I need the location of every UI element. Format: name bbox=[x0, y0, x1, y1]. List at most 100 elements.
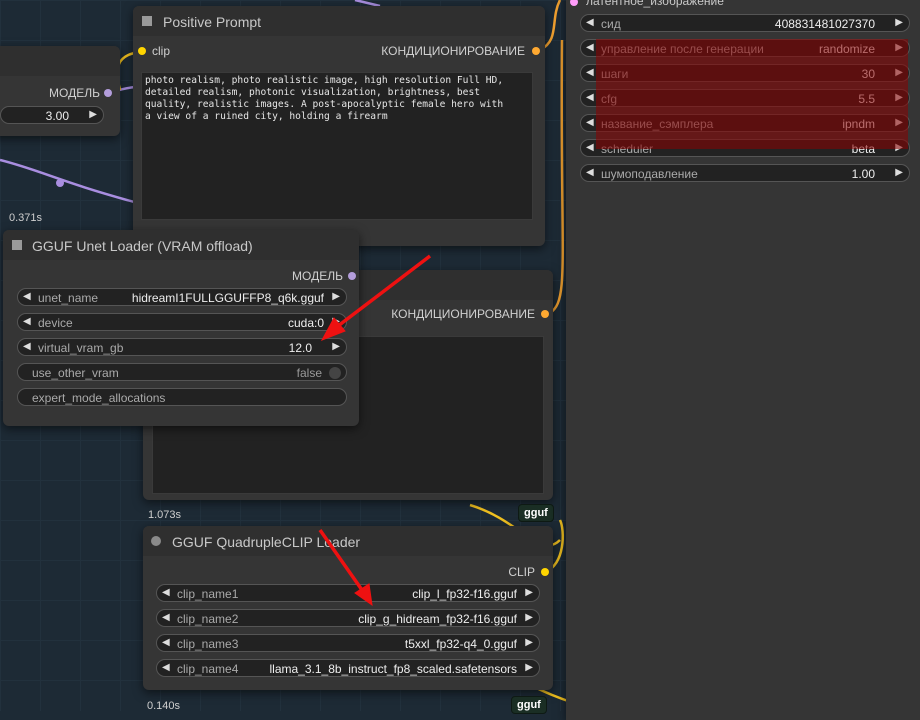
prev-arrow-icon[interactable]: ◀ bbox=[586, 117, 594, 128]
use-other-vram-toggle[interactable]: use_other_vram false bbox=[17, 363, 347, 381]
control-after-generate-combo[interactable]: ◀ управление после генерации randomize ▶ bbox=[580, 39, 910, 57]
increment-arrow-icon[interactable]: ▶ bbox=[332, 341, 340, 352]
widget-name: clip_name1 bbox=[177, 587, 239, 601]
widget-value: 12.0 bbox=[288, 341, 312, 355]
clip-name3-combo[interactable]: ◀ clip_name3 t5xxl_fp32-q4_0.gguf ▶ bbox=[156, 634, 540, 652]
ksampler-node[interactable]: латентное_изображение ◀ сид 408831481027… bbox=[566, 0, 920, 720]
prompt-line: quality, realistic images. A post-apocal… bbox=[145, 99, 504, 110]
execution-time-mid: 1.073s bbox=[148, 509, 182, 521]
clip-input-port[interactable] bbox=[138, 47, 146, 55]
decrement-arrow-icon[interactable]: ◀ bbox=[586, 92, 594, 103]
decrement-arrow-icon[interactable]: ◀ bbox=[586, 67, 594, 78]
prev-arrow-icon[interactable]: ◀ bbox=[162, 662, 170, 673]
collapse-icon[interactable] bbox=[142, 16, 152, 26]
denoise-number[interactable]: ◀ шумоподавление 1.00 ▶ bbox=[580, 164, 910, 182]
next-arrow-icon[interactable]: ▶ bbox=[525, 612, 533, 623]
increment-arrow-icon[interactable]: ▶ bbox=[895, 67, 903, 78]
prev-arrow-icon[interactable]: ◀ bbox=[162, 612, 170, 623]
collapse-icon[interactable] bbox=[12, 240, 22, 250]
decrement-arrow-icon[interactable]: ◀ bbox=[586, 167, 594, 178]
decrement-arrow-icon[interactable]: ◀ bbox=[23, 341, 31, 352]
model-output-port[interactable] bbox=[348, 272, 356, 280]
next-arrow-icon[interactable]: ▶ bbox=[525, 662, 533, 673]
prev-arrow-icon[interactable]: ◀ bbox=[586, 42, 594, 53]
conditioning-output-port[interactable] bbox=[532, 47, 540, 55]
scheduler-combo[interactable]: ◀ scheduler beta ▶ bbox=[580, 139, 910, 157]
gguf-badge-bottom: gguf bbox=[511, 696, 547, 714]
gguf-badge-mid: gguf bbox=[518, 504, 554, 522]
widget-value: cuda:0 bbox=[287, 316, 324, 330]
positive-prompt-node[interactable]: Positive Prompt clip КОНДИЦИОНИРОВАНИЕ p… bbox=[133, 6, 545, 246]
prev-arrow-icon[interactable]: ◀ bbox=[162, 637, 170, 648]
prev-arrow-icon[interactable]: ◀ bbox=[586, 142, 594, 153]
sampler-name-combo[interactable]: ◀ название_сэмплера ipndm ▶ bbox=[580, 114, 910, 132]
increment-arrow-icon[interactable]: ▶ bbox=[895, 17, 903, 28]
negative-conditioning-label: КОНДИЦИОНИРОВАНИЕ bbox=[391, 307, 535, 321]
execution-time-bottom: 0.140s bbox=[147, 700, 181, 712]
widget-value: beta bbox=[851, 142, 875, 156]
clip-name2-combo[interactable]: ◀ clip_name2 clip_g_hidream_fp32-f16.ggu… bbox=[156, 609, 540, 627]
widget-value: hidreamI1FULLGGUFFP8_q6k.gguf bbox=[131, 291, 324, 305]
prev-arrow-icon[interactable]: ◀ bbox=[23, 291, 31, 302]
left-widget-value: 3.00 bbox=[45, 109, 69, 123]
device-combo[interactable]: ◀ device cuda:0 ▶ bbox=[17, 313, 347, 331]
widget-value: t5xxl_fp32-q4_0.gguf bbox=[404, 637, 517, 651]
unet-loader-node[interactable]: GGUF Unet Loader (VRAM offload) МОДЕЛЬ ◀… bbox=[3, 230, 359, 426]
increment-arrow-icon[interactable]: ▶ bbox=[89, 109, 97, 120]
prompt-textarea[interactable]: photo realism, photo realistic image, hi… bbox=[141, 72, 533, 220]
increment-arrow-icon[interactable]: ▶ bbox=[895, 167, 903, 178]
expert-mode-allocations-field[interactable]: expert_mode_allocations bbox=[17, 388, 347, 406]
execution-time-top: 0.371s bbox=[9, 212, 43, 224]
prompt-line: detailed realism, photonic visualization… bbox=[145, 87, 481, 98]
widget-value: randomize bbox=[818, 42, 875, 56]
next-arrow-icon[interactable]: ▶ bbox=[525, 637, 533, 648]
increment-arrow-icon[interactable]: ▶ bbox=[895, 92, 903, 103]
clip-input-label: clip bbox=[152, 44, 171, 58]
model-output-label: МОДЕЛЬ bbox=[292, 269, 343, 283]
latent-input-port[interactable] bbox=[570, 0, 578, 6]
node-title: Positive Prompt bbox=[163, 14, 262, 30]
widget-value: false bbox=[296, 366, 322, 380]
widget-name: use_other_vram bbox=[32, 366, 119, 380]
widget-name: unet_name bbox=[38, 291, 99, 305]
prev-arrow-icon[interactable]: ◀ bbox=[23, 316, 31, 327]
clip-name4-combo[interactable]: ◀ clip_name4 llama_3.1_8b_instruct_fp8_s… bbox=[156, 659, 540, 677]
widget-name: сид bbox=[601, 17, 621, 31]
widget-name: cfg bbox=[601, 92, 618, 106]
widget-name: clip_name4 bbox=[177, 662, 239, 676]
decrement-arrow-icon[interactable]: ◀ bbox=[586, 17, 594, 28]
prompt-line: photo realism, photo realistic image, hi… bbox=[145, 75, 504, 86]
wire-reroute-dot bbox=[56, 179, 64, 187]
collapse-icon[interactable] bbox=[151, 536, 161, 546]
model-output-port[interactable] bbox=[104, 89, 112, 97]
widget-value: clip_g_hidream_fp32-f16.gguf bbox=[358, 612, 517, 626]
steps-number[interactable]: ◀ шаги 30 ▶ bbox=[580, 64, 910, 82]
left-value-widget[interactable]: 3.00 ▶ bbox=[0, 106, 104, 124]
widget-value: 5.5 bbox=[858, 92, 875, 106]
widget-value: 30 bbox=[861, 67, 875, 81]
next-arrow-icon[interactable]: ▶ bbox=[895, 117, 903, 128]
clip-name1-combo[interactable]: ◀ clip_name1 clip_l_fp32-f16.gguf ▶ bbox=[156, 584, 540, 602]
next-arrow-icon[interactable]: ▶ bbox=[895, 142, 903, 153]
seed-number[interactable]: ◀ сид 408831481027370 ▶ bbox=[580, 14, 910, 32]
widget-name: scheduler bbox=[601, 142, 654, 156]
negative-conditioning-port[interactable] bbox=[541, 310, 549, 318]
next-arrow-icon[interactable]: ▶ bbox=[525, 587, 533, 598]
left-node-header[interactable] bbox=[0, 46, 120, 76]
quadruple-clip-loader-node[interactable]: GGUF QuadrupleCLIP Loader CLIP ◀ clip_na… bbox=[143, 526, 553, 690]
left-partial-node[interactable]: МОДЕЛЬ 3.00 ▶ bbox=[0, 46, 120, 136]
clip-output-port[interactable] bbox=[541, 568, 549, 576]
toggle-knob-icon[interactable] bbox=[329, 367, 341, 379]
unet-name-combo[interactable]: ◀ unet_name hidreamI1FULLGGUFFP8_q6k.ggu… bbox=[17, 288, 347, 306]
widget-name: clip_name3 bbox=[177, 637, 239, 651]
prev-arrow-icon[interactable]: ◀ bbox=[162, 587, 170, 598]
widget-name: шаги bbox=[601, 67, 629, 81]
cfg-number[interactable]: ◀ cfg 5.5 ▶ bbox=[580, 89, 910, 107]
widget-value: llama_3.1_8b_instruct_fp8_scaled.safeten… bbox=[269, 662, 518, 676]
conditioning-output-label: КОНДИЦИОНИРОВАНИЕ bbox=[381, 44, 525, 58]
widget-name: device bbox=[38, 316, 73, 330]
virtual-vram-number[interactable]: ◀ virtual_vram_gb 12.0 ▶ bbox=[17, 338, 347, 356]
next-arrow-icon[interactable]: ▶ bbox=[895, 42, 903, 53]
next-arrow-icon[interactable]: ▶ bbox=[332, 316, 340, 327]
next-arrow-icon[interactable]: ▶ bbox=[332, 291, 340, 302]
